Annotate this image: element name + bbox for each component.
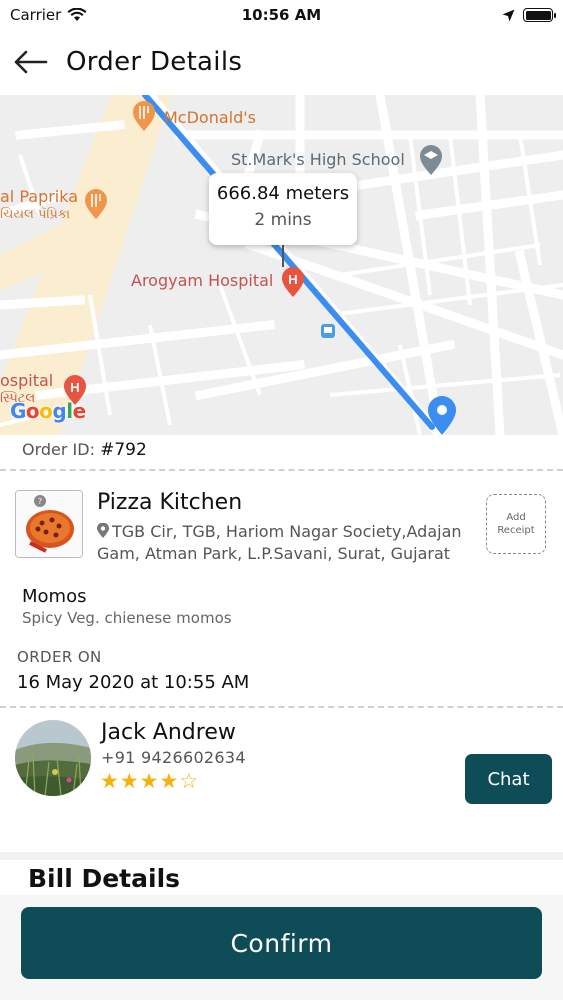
route-map[interactable]: H H McDonald's St.Mark's High School al …: [0, 95, 563, 435]
order-id-label: Order ID:: [22, 440, 95, 459]
star-outline-icon: ☆: [179, 769, 199, 793]
battery-icon: [523, 8, 556, 22]
restaurant-address: TGB Cir, TGB, Hariom Nagar Society,Adaja…: [97, 521, 477, 565]
svg-text:H: H: [70, 380, 79, 395]
route-distance: 666.84 meters: [216, 183, 350, 204]
divider: [0, 706, 563, 708]
restaurant-image: ?: [15, 490, 83, 558]
driver-rating: ★ ★ ★ ★ ☆: [100, 770, 198, 792]
star-filled-icon: ★: [119, 769, 139, 793]
order-on-label: ORDER ON: [17, 648, 102, 666]
item-name: Momos: [22, 586, 87, 607]
google-logo: Google: [10, 399, 86, 423]
map-label-paprika-gujarati: ચિયલ પૅપ્રિકા: [0, 207, 71, 222]
order-id: Order ID: #792: [22, 440, 147, 460]
map-label-mcdonalds: McDonald's: [164, 108, 256, 127]
order-id-value: #792: [100, 440, 147, 460]
location-pin-icon: [97, 522, 109, 538]
bus-stop-icon: [321, 324, 335, 338]
add-receipt-label-2: Receipt: [497, 525, 535, 536]
driver-name: Jack Andrew: [101, 720, 236, 745]
divider: [0, 469, 563, 471]
bill-details-title: Bill Details: [28, 864, 181, 893]
star-filled-icon: ★: [139, 769, 159, 793]
status-bar: Carrier 10:56 AM: [0, 0, 563, 30]
page-title: Order Details: [66, 47, 243, 77]
star-filled-icon: ★: [159, 769, 179, 793]
star-filled-icon: ★: [100, 769, 119, 793]
map-label-school: St.Mark's High School: [231, 150, 405, 169]
svg-text:H: H: [288, 272, 297, 287]
back-button[interactable]: [12, 43, 50, 81]
driver-phone: +91 9426602634: [101, 748, 246, 767]
map-label-paprika: al Paprika: [0, 187, 79, 206]
item-description: Spicy Veg. chienese momos: [22, 609, 232, 627]
svg-text:?: ?: [38, 497, 42, 506]
order-on-value: 16 May 2020 at 10:55 AM: [17, 672, 250, 693]
wifi-icon: [67, 8, 87, 21]
chat-button[interactable]: Chat: [465, 754, 552, 804]
add-receipt-button[interactable]: Add Receipt: [486, 494, 546, 554]
section-separator: [0, 852, 563, 860]
map-label-hospital-left: ospital: [0, 371, 54, 390]
map-streets: H H: [0, 95, 563, 435]
avatar: [15, 720, 91, 796]
location-arrow-icon: [502, 9, 515, 21]
header: Order Details: [0, 30, 563, 94]
carrier-label: Carrier: [10, 6, 62, 24]
add-receipt-label-1: Add: [506, 512, 526, 523]
restaurant-address-text: TGB Cir, TGB, Hariom Nagar Society,Adaja…: [97, 522, 462, 563]
confirm-button[interactable]: Confirm: [21, 907, 542, 979]
route-info-callout: 666.84 meters 2 mins: [209, 173, 357, 245]
route-duration: 2 mins: [254, 210, 312, 230]
map-label-hospital: Arogyam Hospital: [131, 271, 274, 290]
arrow-left-icon: [14, 50, 48, 74]
restaurant-name: Pizza Kitchen: [97, 490, 243, 515]
